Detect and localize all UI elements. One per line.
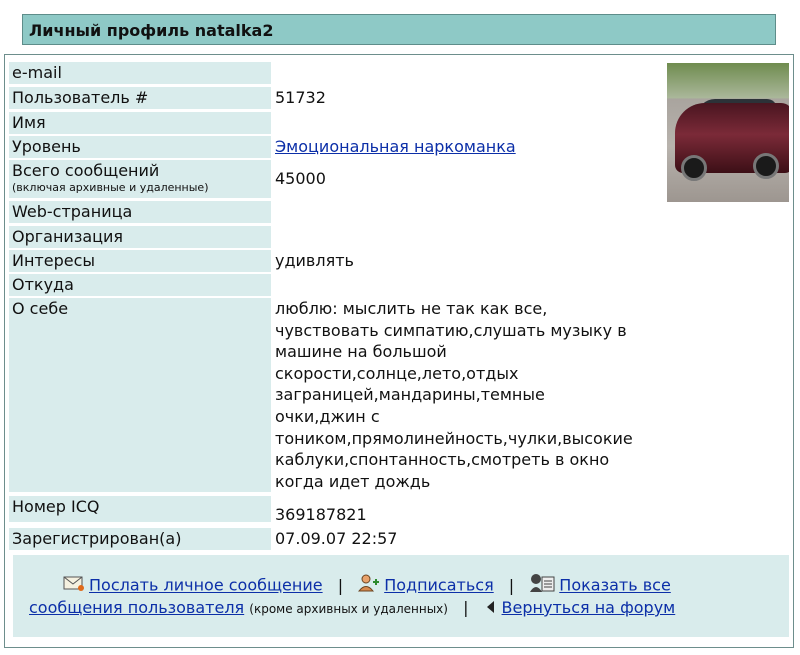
value-about: люблю: мыслить не так как все, чувствова… [275, 298, 675, 492]
car-wheel-rear [753, 153, 779, 179]
profile-actions: Послать личное сообщение | Подписаться |… [13, 555, 789, 637]
label-posts: Всего сообщений (включая архивные и удал… [9, 160, 271, 198]
label-posts-sub: (включая архивные и удаленные) [12, 181, 209, 194]
users-icon [529, 573, 555, 599]
value-level[interactable]: Эмоциональная наркоманка [275, 136, 516, 157]
subscribe-link[interactable]: Подписаться [384, 576, 494, 595]
about-line: машине на большой [275, 342, 447, 362]
about-line: каблуки,спонтанность,смотреть в окно [275, 450, 610, 470]
label-interests: Интересы [9, 250, 271, 272]
label-org: Организация [9, 226, 271, 248]
show-all-link[interactable]: Показать все [559, 576, 671, 595]
separator: | [463, 598, 469, 617]
value-interests: удивлять [275, 251, 354, 270]
separator: | [337, 575, 344, 595]
about-line: заграницей,мандарины,темные [275, 385, 545, 405]
value-user-number: 51732 [275, 88, 326, 107]
label-web: Web-страница [9, 201, 271, 223]
about-line: чувствовать симпатию,слушать музыку в [275, 320, 627, 340]
separator: | [508, 575, 515, 595]
label-name: Имя [9, 112, 271, 134]
about-line: скорости,солнце,лето,отдых [275, 363, 519, 383]
page-title: Личный профиль natalka2 [22, 14, 776, 45]
value-icq: 369187821 [275, 505, 367, 524]
label-posts-main: Всего сообщений [12, 161, 160, 180]
label-email: e-mail [9, 62, 271, 84]
about-line: тоником,прямолинейность,чулки,высокие [275, 428, 633, 448]
level-link[interactable]: Эмоциональная наркоманка [275, 137, 516, 156]
car-wheel-front [681, 155, 707, 181]
label-about: О себе [9, 298, 271, 492]
label-level: Уровень [9, 136, 271, 158]
show-all-note: (кроме архивных и удаленных) [249, 602, 448, 616]
subscribe-icon [358, 574, 380, 598]
about-line: когда идет дождь [275, 471, 431, 491]
back-to-forum-link[interactable]: Вернуться на форум [502, 598, 676, 617]
about-line: очки,джин с [275, 406, 380, 426]
label-from: Откуда [9, 274, 271, 296]
footer-line-1: Послать личное сообщение | Подписаться |… [63, 573, 671, 599]
value-posts: 45000 [275, 169, 326, 188]
back-arrow-icon [484, 598, 498, 620]
send-message-link[interactable]: Послать личное сообщение [89, 576, 323, 595]
value-registered: 07.09.07 22:57 [275, 529, 398, 548]
footer-line-2: сообщения пользователя (кроме архивных и… [29, 597, 675, 620]
show-all-link-continued[interactable]: сообщения пользователя [29, 598, 244, 617]
avatar [667, 63, 789, 202]
label-user-number: Пользователь # [9, 87, 271, 109]
label-icq: Номер ICQ [9, 496, 271, 522]
envelope-icon [63, 575, 85, 597]
label-registered: Зарегистрирован(а) [9, 528, 271, 550]
about-line: люблю: мыслить не так как все, [275, 299, 548, 318]
